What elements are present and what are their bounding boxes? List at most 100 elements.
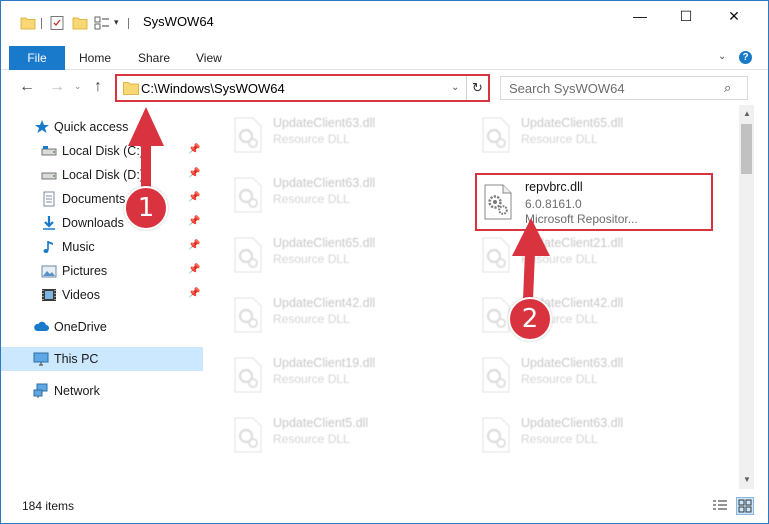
file-name: UpdateClient65.dll (521, 116, 624, 130)
new-folder-icon[interactable] (72, 15, 88, 31)
tiles-view-icon (738, 499, 752, 513)
sidebar-item-network[interactable]: Network (1, 379, 203, 403)
file-type: Resource DLL (273, 372, 350, 386)
dll-file-icon (234, 357, 262, 393)
sidebar-item-label: Network (54, 384, 100, 398)
forward-arrow-icon[interactable]: → (49, 78, 65, 96)
file-item[interactable]: UpdateClient63.dll Resource DLL (223, 173, 463, 217)
properties-check-icon[interactable] (49, 15, 65, 31)
folder-icon (123, 82, 139, 95)
pin-icon[interactable]: 📌 (188, 264, 200, 275)
file-name: UpdateClient65.dll (273, 236, 376, 250)
sidebar-item-videos[interactable]: Videos 📌 (1, 283, 203, 307)
file-name: UpdateClient19.dll (273, 356, 376, 370)
file-type: Resource DLL (273, 432, 350, 446)
sidebar-item-onedrive[interactable]: OneDrive (1, 315, 203, 339)
file-name: UpdateClient63.dll (521, 416, 624, 430)
dll-file-icon (482, 357, 510, 393)
tiles-view-button[interactable] (736, 497, 754, 515)
help-icon[interactable]: ? (739, 51, 752, 64)
vertical-scrollbar[interactable]: ▲ ▼ (739, 105, 754, 489)
file-type: Resource DLL (273, 252, 350, 266)
sidebar-item-label: Videos (62, 288, 100, 302)
file-item-highlighted[interactable]: repvbrc.dll 6.0.8161.0 Microsoft Reposit… (475, 173, 713, 231)
close-button[interactable]: ✕ (711, 1, 757, 31)
file-name: UpdateClient63.dll (273, 176, 376, 190)
search-input[interactable] (509, 80, 709, 96)
file-type: Resource DLL (521, 252, 598, 266)
sidebar-item-label: OneDrive (54, 320, 107, 334)
sidebar-item-pictures[interactable]: Pictures 📌 (1, 259, 203, 283)
sidebar-item-quick-access[interactable]: Quick access (1, 115, 203, 139)
view-options-icon[interactable] (94, 15, 110, 31)
minimize-button[interactable]: — (617, 1, 663, 31)
refresh-icon[interactable]: ↻ (466, 76, 488, 100)
file-item[interactable]: UpdateClient65.dll Resource DLL (471, 113, 711, 157)
dll-file-icon (234, 417, 262, 453)
search-box[interactable]: ⌕ (500, 76, 748, 100)
file-item[interactable]: UpdateClient65.dll Resource DLL (223, 233, 463, 277)
up-arrow-icon[interactable]: ↑ (94, 78, 102, 96)
recent-locations-chevron-icon[interactable]: ⌄ (74, 81, 82, 92)
network-icon (33, 383, 48, 398)
folder-icon[interactable] (20, 15, 36, 31)
computer-icon (33, 352, 49, 366)
scroll-down-arrow-icon[interactable]: ▼ (743, 475, 751, 484)
pictures-icon (41, 265, 57, 278)
navigation-pane: Quick access Local Disk (C:) 📌 Local Dis… (1, 105, 203, 489)
dll-file-icon (234, 117, 262, 153)
back-arrow-icon[interactable]: ← (19, 78, 35, 96)
sidebar-item-label: This PC (54, 352, 99, 366)
pin-icon[interactable]: 📌 (188, 192, 200, 203)
title-bar: ▾ SysWOW64 — ☐ ✕ (1, 1, 768, 45)
tab-share[interactable]: Share (138, 51, 170, 65)
file-type: Resource DLL (521, 432, 598, 446)
status-bar: 184 items (1, 491, 768, 521)
file-name: UpdateClient42.dll (273, 296, 376, 310)
file-name: UpdateClient63.dll (273, 116, 376, 130)
quick-access-dropdown-icon[interactable]: ▾ (114, 17, 119, 28)
dll-file-icon (234, 177, 262, 213)
details-view-icon[interactable] (712, 499, 728, 513)
tab-view[interactable]: View (196, 51, 222, 65)
pin-icon[interactable]: 📌 (188, 168, 200, 179)
file-item[interactable]: UpdateClient63.dll Resource DLL (223, 113, 463, 157)
expand-ribbon-chevron-icon[interactable]: ⌄ (718, 51, 726, 62)
sidebar-item-local-disk-c[interactable]: Local Disk (C:) 📌 (1, 139, 203, 163)
sidebar-item-this-pc[interactable]: This PC (1, 347, 203, 371)
tab-file[interactable]: File (9, 46, 65, 70)
scroll-thumb[interactable] (741, 124, 752, 174)
file-type: Resource DLL (273, 192, 350, 206)
dll-file-icon (482, 117, 510, 153)
pin-icon[interactable]: 📌 (188, 288, 200, 299)
address-bar[interactable]: C:\Windows\SysWOW64 ⌄ ↻ (115, 74, 490, 102)
file-name: UpdateClient5.dll (273, 416, 369, 430)
scroll-up-arrow-icon[interactable]: ▲ (743, 109, 751, 118)
address-dropdown-chevron-icon[interactable]: ⌄ (451, 82, 459, 93)
sidebar-item-downloads[interactable]: Downloads 📌 (1, 211, 203, 235)
divider (128, 18, 129, 29)
file-item[interactable]: UpdateClient5.dll Resource DLL (223, 413, 463, 457)
search-icon[interactable]: ⌕ (724, 80, 731, 96)
sidebar-item-label: Local Disk (C:) (62, 144, 144, 158)
file-type: Resource DLL (273, 312, 350, 326)
file-item[interactable]: UpdateClient42.dll Resource DLL (223, 293, 463, 337)
sidebar-item-local-disk-d[interactable]: Local Disk (D:) 📌 (1, 163, 203, 187)
sidebar-item-music[interactable]: Music 📌 (1, 235, 203, 259)
address-path[interactable]: C:\Windows\SysWOW64 (141, 81, 285, 96)
file-item[interactable]: UpdateClient63.dll Resource DLL (471, 413, 711, 457)
sidebar-item-documents[interactable]: Documents 📌 (1, 187, 203, 211)
pin-icon[interactable]: 📌 (188, 216, 200, 227)
tab-home[interactable]: Home (79, 51, 111, 65)
file-item[interactable]: UpdateClient21.dll Resource DLL (471, 233, 711, 277)
maximize-button[interactable]: ☐ (663, 1, 709, 31)
file-item[interactable]: UpdateClient42.dll Resource DLL (471, 293, 711, 337)
file-version: 6.0.8161.0 (525, 197, 582, 211)
downloads-icon (43, 216, 55, 230)
file-item[interactable]: UpdateClient19.dll Resource DLL (223, 353, 463, 397)
file-item[interactable]: UpdateClient63.dll Resource DLL (471, 353, 711, 397)
dll-file-icon (482, 417, 510, 453)
file-type: Resource DLL (521, 372, 598, 386)
pin-icon[interactable]: 📌 (188, 240, 200, 251)
pin-icon[interactable]: 📌 (188, 144, 200, 155)
